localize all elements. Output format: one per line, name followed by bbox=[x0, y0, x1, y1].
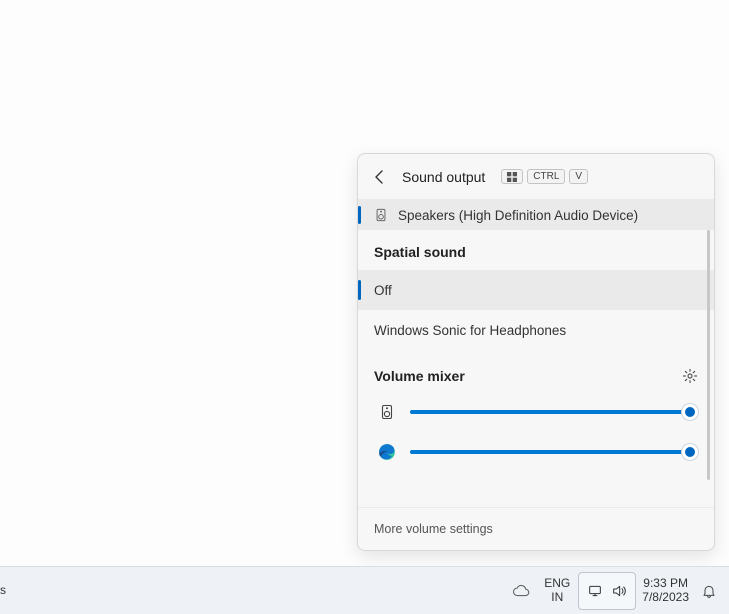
selection-indicator bbox=[358, 206, 361, 224]
volume-mixer-header: Volume mixer bbox=[358, 350, 714, 392]
spatial-option-windows-sonic[interactable]: Windows Sonic for Headphones bbox=[358, 310, 714, 350]
spatial-option-off[interactable]: Off bbox=[358, 270, 714, 310]
spatial-option-label: Windows Sonic for Headphones bbox=[374, 323, 566, 338]
slider-track bbox=[410, 410, 692, 414]
ctrl-key-hint: CTRL bbox=[527, 169, 565, 184]
v-key-hint: V bbox=[569, 169, 588, 184]
scrollbar[interactable] bbox=[707, 230, 710, 480]
more-volume-settings-link[interactable]: More volume settings bbox=[358, 507, 714, 550]
slider-thumb[interactable] bbox=[682, 444, 698, 460]
mixer-row-system bbox=[358, 392, 714, 432]
key-hints: CTRL V bbox=[501, 169, 588, 184]
slider-track bbox=[410, 450, 692, 454]
volume-icon bbox=[611, 583, 627, 599]
clock-tray[interactable]: 9:33 PM 7/8/2023 bbox=[638, 571, 693, 611]
language-tray[interactable]: ENG IN bbox=[538, 571, 576, 611]
taskbar: s ENG IN 9:33 PM 7/8/2023 bbox=[0, 566, 729, 614]
volume-mixer-heading: Volume mixer bbox=[374, 368, 682, 384]
flyout-body: Speakers (High Definition Audio Device) … bbox=[358, 200, 714, 507]
output-device-label: Speakers (High Definition Audio Device) bbox=[398, 208, 638, 223]
gear-icon bbox=[682, 368, 698, 384]
bell-icon bbox=[701, 583, 717, 599]
mixer-row-edge bbox=[358, 432, 714, 472]
clock-time: 9:33 PM bbox=[643, 577, 688, 591]
back-button[interactable] bbox=[370, 167, 390, 187]
slider-thumb[interactable] bbox=[682, 404, 698, 420]
cloud-icon bbox=[512, 582, 530, 600]
lang-region: IN bbox=[551, 591, 563, 605]
onedrive-tray[interactable] bbox=[506, 571, 536, 611]
win-key-icon bbox=[501, 169, 523, 184]
current-output-device[interactable]: Speakers (High Definition Audio Device) bbox=[358, 200, 714, 230]
selection-indicator bbox=[358, 280, 361, 300]
spatial-sound-heading: Spatial sound bbox=[358, 230, 714, 270]
spatial-option-label: Off bbox=[374, 283, 392, 298]
flyout-title: Sound output bbox=[402, 169, 485, 185]
lang-code: ENG bbox=[544, 577, 570, 591]
sound-output-flyout: Sound output CTRL V Speakers (High Defin… bbox=[357, 153, 715, 551]
volume-mixer-settings-button[interactable] bbox=[682, 368, 698, 384]
notifications-tray[interactable] bbox=[695, 571, 723, 611]
clock-date: 7/8/2023 bbox=[642, 591, 689, 605]
more-volume-settings-label: More volume settings bbox=[374, 522, 493, 536]
speaker-device-icon bbox=[378, 403, 396, 421]
quick-settings-tray[interactable] bbox=[578, 572, 636, 610]
speaker-icon bbox=[374, 208, 388, 222]
network-icon bbox=[587, 583, 603, 599]
edge-volume-slider[interactable] bbox=[410, 442, 692, 462]
taskbar-left-stub: s bbox=[0, 566, 12, 614]
edge-browser-icon bbox=[378, 443, 396, 461]
arrow-left-icon bbox=[372, 169, 388, 185]
flyout-header: Sound output CTRL V bbox=[358, 154, 714, 200]
system-volume-slider[interactable] bbox=[410, 402, 692, 422]
